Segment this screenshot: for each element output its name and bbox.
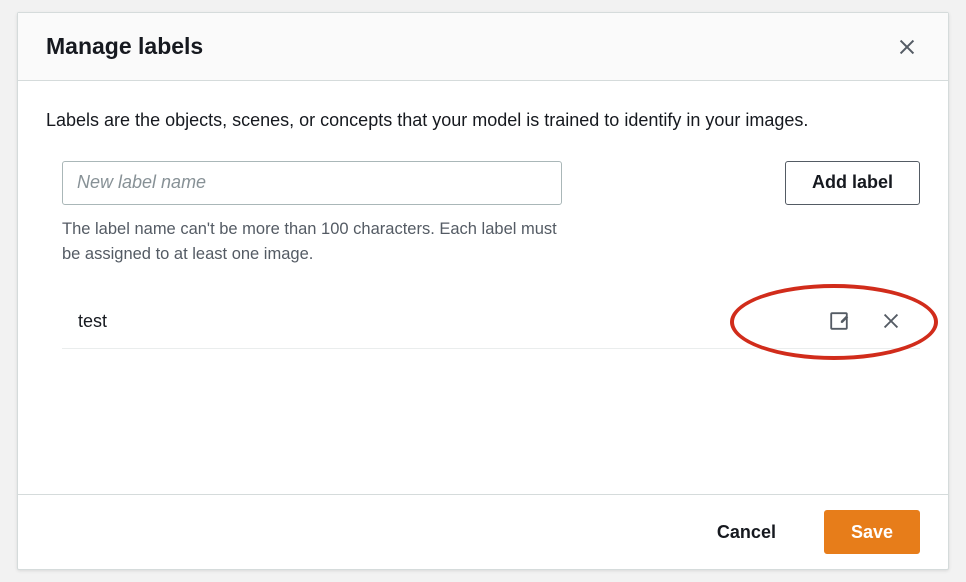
modal-description: Labels are the objects, scenes, or conce… (46, 107, 920, 135)
modal-footer: Cancel Save (18, 494, 948, 569)
label-input-column: The label name can't be more than 100 ch… (62, 161, 562, 268)
cancel-button[interactable]: Cancel (691, 510, 802, 554)
modal-header: Manage labels (18, 13, 948, 81)
new-label-input[interactable] (62, 161, 562, 205)
manage-labels-modal: Manage labels Labels are the objects, sc… (17, 12, 949, 570)
save-button[interactable]: Save (824, 510, 920, 554)
delete-label-button[interactable] (878, 308, 904, 334)
edit-icon (828, 310, 850, 332)
label-actions (826, 308, 904, 334)
modal-body: Labels are the objects, scenes, or conce… (18, 81, 948, 494)
edit-label-button[interactable] (826, 308, 852, 334)
close-icon (880, 310, 902, 332)
close-icon (896, 36, 918, 58)
close-modal-button[interactable] (894, 34, 920, 60)
add-label-button[interactable]: Add label (785, 161, 920, 205)
label-row: test (62, 296, 920, 349)
modal-title: Manage labels (46, 33, 203, 60)
label-name: test (78, 311, 107, 332)
label-input-row: The label name can't be more than 100 ch… (46, 161, 920, 268)
input-helper-text: The label name can't be more than 100 ch… (62, 217, 562, 268)
label-list: test (46, 296, 920, 349)
